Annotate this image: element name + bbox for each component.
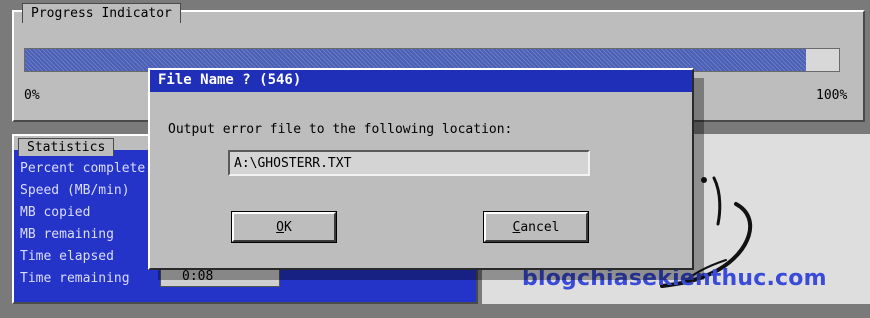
progress-min-label: 0% (24, 88, 40, 103)
stat-label-mb-copied: MB copied (20, 205, 91, 220)
stat-label-speed: Speed (MB/min) (20, 183, 130, 198)
time-remaining-value: 0:08 (182, 269, 214, 284)
statistics-title: Statistics (18, 138, 115, 156)
time-remaining-field (160, 267, 280, 287)
file-name-dialog: File Name ? (546) Output error file to t… (148, 68, 694, 270)
dialog-message: Output error file to the following locat… (168, 122, 513, 137)
ok-button[interactable]: OK (231, 211, 337, 243)
cancel-hotkey: C (512, 219, 521, 235)
error-file-path-input[interactable] (228, 150, 590, 176)
progress-panel-title: Progress Indicator (22, 3, 181, 23)
dialog-title: File Name ? (546) (158, 72, 302, 88)
cancel-button[interactable]: Cancel (483, 211, 589, 243)
stat-label-mb-remaining: MB remaining (20, 227, 114, 242)
stat-label-time-remaining: Time remaining (20, 271, 130, 286)
ok-hotkey: O (276, 219, 284, 235)
ok-label-rest: K (284, 219, 292, 235)
stat-label-percent-complete: Percent complete (20, 161, 146, 176)
stat-label-time-elapsed: Time elapsed (20, 249, 114, 264)
progress-max-label: 100% (816, 88, 848, 103)
dialog-title-bar[interactable]: File Name ? (546) (150, 70, 692, 92)
cancel-label-rest: ancel (520, 219, 560, 235)
